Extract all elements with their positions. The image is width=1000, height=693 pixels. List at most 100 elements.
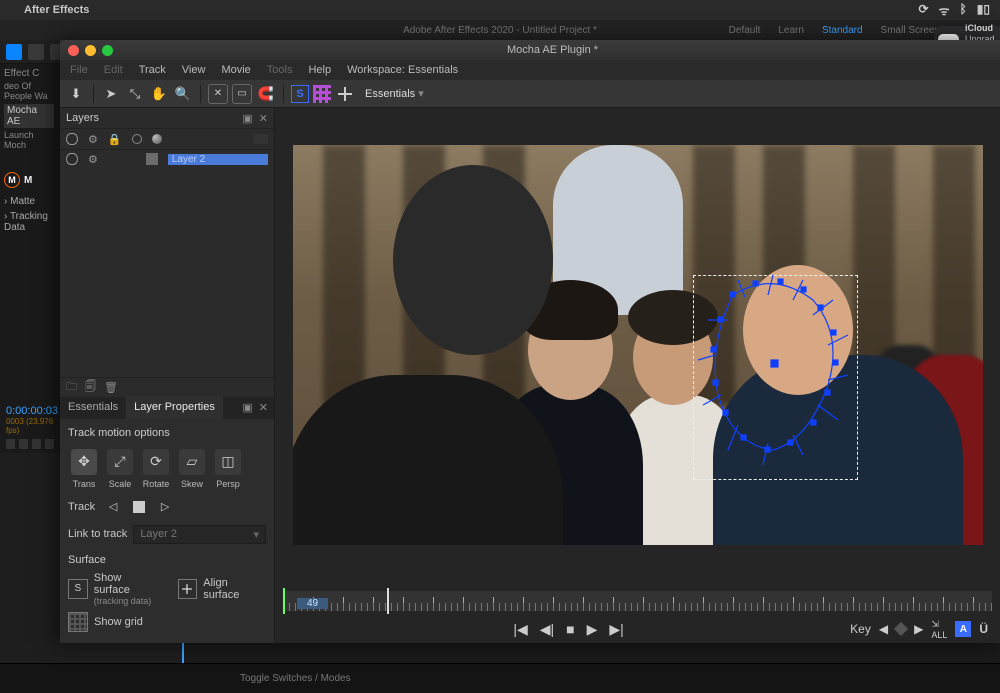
mocha-titlebar[interactable]: Mocha AE Plugin *: [60, 40, 1000, 60]
goto-start-button[interactable]: |◀: [513, 621, 527, 638]
cog-col-icon[interactable]: ⚙: [88, 133, 98, 146]
panel-detach-icon[interactable]: ▣: [242, 112, 252, 125]
layers-column-header: ⚙ 🔒: [60, 128, 274, 150]
ws-learn[interactable]: Learn: [778, 25, 804, 36]
menu-view[interactable]: View: [182, 64, 206, 76]
tab-layer-properties[interactable]: Layer Properties: [126, 397, 223, 419]
tree-tracking-data[interactable]: › Tracking Data: [4, 211, 56, 233]
visibility-col-icon[interactable]: [66, 133, 78, 145]
show-surface-icon[interactable]: S: [68, 579, 88, 599]
layers-empty-area[interactable]: [60, 168, 274, 377]
close-icon[interactable]: [68, 45, 79, 56]
tl-icon[interactable]: [19, 439, 28, 449]
mocha-logo-icon: M: [4, 172, 20, 188]
ws-standard[interactable]: Standard: [822, 25, 863, 36]
align-surface-icon[interactable]: [178, 579, 198, 599]
hand-tool-icon[interactable]: ✋: [149, 84, 169, 104]
select-tool-icon[interactable]: ⤡: [125, 84, 145, 104]
uberkey-icon[interactable]: Ü: [979, 622, 988, 636]
show-grid-icon[interactable]: [68, 612, 88, 632]
layer-name[interactable]: Layer 2: [168, 154, 268, 165]
menu-track[interactable]: Track: [139, 64, 166, 76]
magnet-tool-icon[interactable]: 🧲: [256, 84, 276, 104]
in-point-marker[interactable]: [283, 588, 285, 614]
ae-timeline-track[interactable]: [182, 643, 1000, 663]
prev-key-button[interactable]: ◀: [879, 622, 888, 636]
autokey-icon[interactable]: A: [955, 621, 971, 637]
layer-row[interactable]: ⚙ Layer 2: [60, 150, 274, 168]
zoom-icon[interactable]: [102, 45, 113, 56]
process-col-icon[interactable]: [152, 134, 162, 144]
tree-matte[interactable]: › Matte: [4, 196, 56, 207]
track-stop-button[interactable]: [131, 499, 147, 515]
tracking-search-area[interactable]: [693, 275, 858, 480]
zoom-tool-icon[interactable]: 🔍: [173, 84, 193, 104]
bluetooth-icon[interactable]: ᛒ: [960, 2, 967, 19]
effect-tab-mocha[interactable]: Mocha AE: [4, 104, 54, 128]
timeline-ruler[interactable]: [283, 591, 992, 611]
playhead-marker[interactable]: [387, 588, 389, 614]
timecode[interactable]: 0:00:00:03: [6, 405, 54, 417]
menu-workspace[interactable]: Workspace: Essentials: [347, 64, 458, 76]
hand-tool-icon[interactable]: [28, 44, 44, 60]
goto-end-button[interactable]: ▶|: [609, 621, 623, 638]
menu-movie[interactable]: Movie: [221, 64, 250, 76]
next-key-button[interactable]: ▶: [914, 622, 923, 636]
battery-icon[interactable]: ▮▯: [977, 2, 990, 19]
minimize-icon[interactable]: [85, 45, 96, 56]
xspline-tool-icon[interactable]: ✕: [208, 84, 228, 104]
menu-help[interactable]: Help: [308, 64, 331, 76]
new-group-icon[interactable]: 🗀: [66, 378, 77, 397]
autokey-all-icon[interactable]: ⇲ALL: [931, 619, 947, 640]
matte-col-icon[interactable]: [132, 134, 142, 144]
menu-file[interactable]: File: [70, 64, 88, 76]
surface-toggle-icon[interactable]: S: [291, 85, 309, 103]
rect-tool-icon[interactable]: ▭: [232, 84, 252, 104]
toggle-switches[interactable]: Toggle Switches / Modes: [240, 673, 351, 684]
wifi-icon[interactable]: ᯤ: [939, 2, 950, 19]
play-button[interactable]: ▶: [587, 621, 598, 638]
layer-color-swatch[interactable]: [146, 153, 158, 165]
pointer-tool-icon[interactable]: ➤: [101, 84, 121, 104]
window-controls: [68, 45, 113, 56]
link-to-track-dropdown[interactable]: Layer 2 ▾: [133, 525, 266, 544]
mocha-brand-m: M: [24, 175, 32, 186]
workspace-dropdown[interactable]: Essentials: [365, 87, 424, 100]
lock-col-icon[interactable]: 🔒: [108, 133, 122, 146]
align-icon[interactable]: [335, 84, 355, 104]
track-forward-button[interactable]: ▷: [157, 499, 173, 515]
panel-close-icon[interactable]: ✕: [259, 112, 268, 125]
tl-icon[interactable]: [32, 439, 41, 449]
cog-icon[interactable]: ⚙: [88, 153, 98, 166]
mac-app-name[interactable]: After Effects: [24, 4, 89, 16]
grid-toggle-icon[interactable]: [313, 85, 331, 103]
menu-edit[interactable]: Edit: [104, 64, 123, 76]
viewer-canvas[interactable]: [293, 145, 983, 545]
duplicate-icon[interactable]: 🗐: [85, 378, 96, 397]
menu-tools[interactable]: Tools: [267, 64, 293, 76]
rotate-icon[interactable]: ⟳: [143, 449, 169, 475]
ws-default[interactable]: Default: [729, 25, 761, 36]
visibility-icon[interactable]: [66, 153, 78, 165]
panel-close-icon[interactable]: ✕: [259, 401, 268, 415]
perspective-icon[interactable]: ◫: [215, 449, 241, 475]
track-backward-button[interactable]: ◁: [105, 499, 121, 515]
panel-detach-icon[interactable]: ▣: [242, 401, 252, 415]
effect-prop[interactable]: Launch Moch: [4, 130, 56, 150]
tab-essentials[interactable]: Essentials: [60, 397, 126, 419]
scale-icon[interactable]: ⤢: [107, 449, 133, 475]
selection-tool-icon[interactable]: [6, 44, 22, 60]
keyframe-toggle-icon[interactable]: [894, 622, 908, 636]
tl-icon[interactable]: [45, 439, 54, 449]
playhead-icon[interactable]: [182, 643, 184, 663]
translate-icon[interactable]: ✥: [71, 449, 97, 475]
step-back-button[interactable]: ◀|: [540, 621, 554, 638]
stop-button[interactable]: ■: [566, 621, 574, 638]
ws-small[interactable]: Small Screen: [881, 25, 940, 36]
save-icon[interactable]: ⬇: [66, 84, 86, 104]
skew-icon[interactable]: ▱: [179, 449, 205, 475]
tl-icon[interactable]: [6, 439, 15, 449]
mocha-brand: M M: [4, 172, 56, 188]
sync-icon[interactable]: ⟳: [919, 2, 929, 19]
delete-icon[interactable]: 🗑: [104, 381, 118, 394]
